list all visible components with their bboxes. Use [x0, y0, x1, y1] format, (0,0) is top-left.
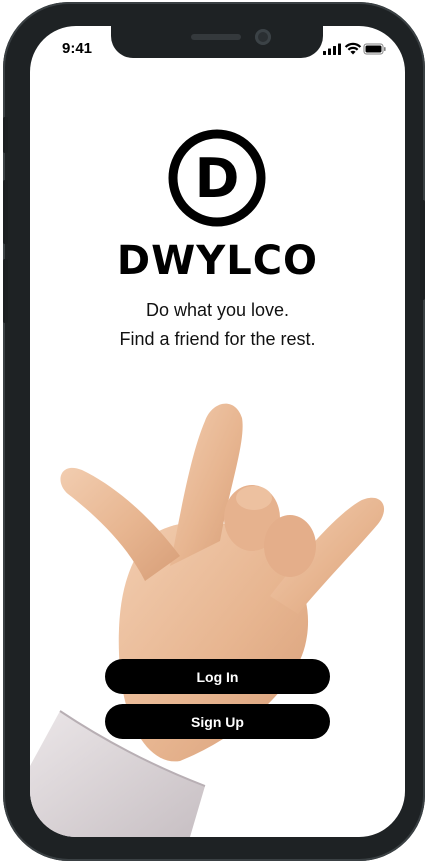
volume-down-button: [3, 259, 8, 323]
tagline-line-2: Find a friend for the rest.: [119, 329, 316, 349]
battery-icon: [363, 43, 386, 55]
status-time: 9:41: [62, 40, 93, 57]
volume-up-button: [3, 180, 8, 244]
notch: [111, 26, 323, 58]
login-button[interactable]: Log In: [105, 659, 330, 694]
speaker-grille: [191, 34, 241, 40]
front-camera-icon: [255, 29, 271, 45]
logo-letter: D: [195, 147, 240, 210]
app-name: DWYLCO: [116, 238, 319, 284]
wifi-icon: [344, 42, 362, 55]
signup-button[interactable]: Sign Up: [105, 704, 330, 739]
mute-switch: [3, 117, 8, 153]
rock-on-hand-icon: [30, 403, 385, 837]
app-screen: 9:41 D DWYLCO Do what you love. Find a f…: [30, 26, 405, 837]
cellular-signal-icon: [323, 43, 341, 55]
tagline-line-1: Do what you love.: [145, 300, 290, 320]
app-logo: D: [167, 128, 267, 228]
status-icons: [323, 42, 386, 55]
power-button: [420, 200, 425, 300]
phone-frame: 9:41 D DWYLCO Do what you love. Find a f…: [3, 2, 425, 861]
